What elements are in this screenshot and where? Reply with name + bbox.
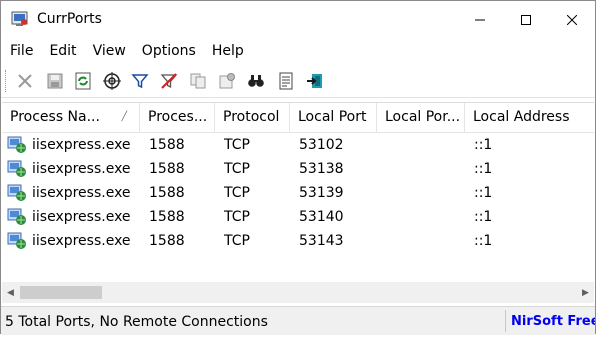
cell-process-id: 1588 — [149, 233, 185, 249]
cell-local-port: 53140 — [299, 209, 344, 225]
cell-local-port: 53102 — [299, 137, 344, 153]
filter-button[interactable] — [129, 70, 151, 92]
close-connection-icon — [18, 74, 32, 88]
cell-local-address: ::1 — [474, 161, 493, 177]
cell-protocol: TCP — [224, 233, 250, 249]
refresh-button[interactable] — [72, 70, 94, 92]
scroll-left-icon[interactable]: ◀ — [2, 282, 19, 303]
list-header: Process Na... ╱ Proces... Protocol Local… — [2, 103, 594, 133]
target-button[interactable] — [101, 70, 123, 92]
table-row[interactable]: iisexpress.exe 1588 TCP 53140::1 — [2, 205, 594, 229]
process-icon — [7, 136, 27, 154]
cell-process-id: 1588 — [149, 161, 185, 177]
find-icon — [248, 75, 264, 87]
cell-local-address: ::1 — [474, 137, 493, 153]
save-icon — [47, 73, 63, 89]
properties-icon — [219, 73, 235, 89]
menu-edit[interactable]: Edit — [40, 43, 83, 59]
close-icon — [567, 15, 577, 25]
clear-filter-icon — [160, 73, 178, 89]
currports-app-icon — [11, 10, 29, 28]
cell-process-id: 1588 — [149, 185, 185, 201]
cell-local-port: 53143 — [299, 233, 344, 249]
clear-filter-button[interactable] — [158, 70, 180, 92]
process-icon — [7, 208, 27, 226]
exit-icon — [307, 74, 322, 88]
cell-protocol: TCP — [224, 209, 250, 225]
column-local-address[interactable]: Local Address — [465, 103, 594, 132]
toolbar-grip[interactable] — [5, 70, 8, 92]
cell-local-address: ::1 — [474, 185, 493, 201]
status-divider — [505, 310, 506, 332]
cell-process-name: iisexpress.exe — [32, 161, 131, 177]
copy-button[interactable] — [187, 70, 209, 92]
window-title: CurrPorts — [37, 11, 102, 27]
report-icon — [279, 72, 293, 90]
cell-protocol: TCP — [224, 185, 250, 201]
scrollbar-thumb[interactable] — [20, 286, 102, 299]
cell-local-address: ::1 — [474, 209, 493, 225]
cell-process-name: iisexpress.exe — [32, 233, 131, 249]
menu-view[interactable]: View — [84, 43, 133, 59]
nirsoft-link[interactable]: NirSoft Freeware — [511, 307, 595, 335]
cell-process-name: iisexpress.exe — [32, 137, 131, 153]
refresh-icon — [75, 72, 91, 90]
menu-options[interactable]: Options — [133, 43, 203, 59]
cell-local-port: 53138 — [299, 161, 344, 177]
maximize-icon — [521, 15, 531, 25]
cell-local-address: ::1 — [474, 233, 493, 249]
copy-icon — [190, 73, 206, 89]
process-icon — [7, 232, 27, 250]
menu-help[interactable]: Help — [203, 43, 251, 59]
cell-protocol: TCP — [224, 137, 250, 153]
ports-list[interactable]: Process Na... ╱ Proces... Protocol Local… — [2, 102, 594, 282]
cell-local-port: 53139 — [299, 185, 344, 201]
cell-process-name: iisexpress.exe — [32, 209, 131, 225]
target-icon — [103, 72, 121, 90]
table-row[interactable]: iisexpress.exe 1588 TCP 53143::1 — [2, 229, 594, 253]
scroll-right-icon[interactable]: ▶ — [577, 282, 594, 303]
table-row[interactable]: iisexpress.exe 1588 TCP 53102::1 — [2, 133, 594, 157]
app-window: CurrPorts File Edit View Options Help Pr… — [0, 0, 596, 335]
html-report-button[interactable] — [275, 70, 297, 92]
minimize-icon — [475, 19, 485, 21]
table-row[interactable]: iisexpress.exe 1588 TCP 53139::1 — [2, 181, 594, 205]
find-button[interactable] — [245, 70, 267, 92]
column-process-name[interactable]: Process Na... ╱ — [2, 103, 140, 132]
close-window-button[interactable] — [549, 1, 595, 39]
column-protocol[interactable]: Protocol — [215, 103, 290, 132]
table-row[interactable]: iisexpress.exe 1588 TCP 53138::1 — [2, 157, 594, 181]
properties-button[interactable] — [216, 70, 238, 92]
status-bar: 5 Total Ports, No Remote Connections Nir… — [1, 306, 595, 335]
horizontal-scrollbar[interactable]: ◀ ▶ — [2, 282, 594, 303]
column-local-port[interactable]: Local Port — [290, 103, 377, 132]
cell-process-name: iisexpress.exe — [32, 185, 131, 201]
cell-process-id: 1588 — [149, 209, 185, 225]
menu-bar: File Edit View Options Help — [1, 39, 595, 63]
column-local-port-name[interactable]: Local Por... — [377, 103, 465, 132]
close-connection-button[interactable] — [14, 70, 36, 92]
menu-file[interactable]: File — [1, 43, 40, 59]
title-bar: CurrPorts — [1, 1, 595, 39]
column-process-id[interactable]: Proces... — [140, 103, 215, 132]
maximize-button[interactable] — [503, 1, 549, 39]
cell-process-id: 1588 — [149, 137, 185, 153]
process-icon — [7, 184, 27, 202]
save-button[interactable] — [44, 70, 66, 92]
minimize-button[interactable] — [457, 1, 503, 39]
process-icon — [7, 160, 27, 178]
sort-ascending-icon: ╱ — [121, 112, 127, 122]
exit-button[interactable] — [304, 70, 326, 92]
toolbar — [1, 65, 595, 98]
filter-icon — [131, 74, 149, 89]
cell-protocol: TCP — [224, 161, 250, 177]
status-summary: 5 Total Ports, No Remote Connections — [5, 314, 268, 330]
